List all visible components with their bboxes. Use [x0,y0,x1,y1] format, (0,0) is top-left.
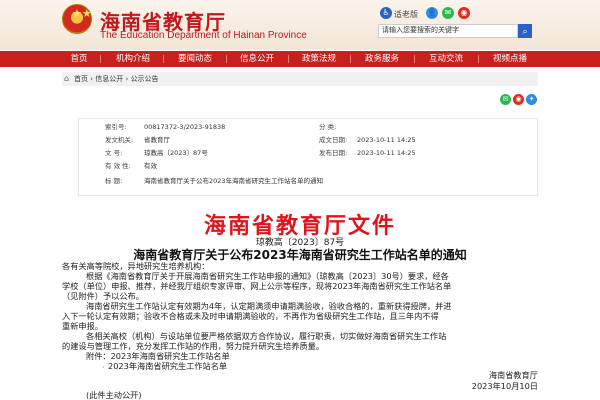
meta-title-value: 海南省教育厅关于公布2023年海南省研究生工作站名单的通知 [144,177,324,185]
meta-title-label: 标 题: [105,177,123,185]
wechat-icon[interactable]: ✉ [442,7,454,19]
document-paragraph: 入下一轮认定有效期；验收不合格或未及时申请期满验收的，不再作为省级研究生工作站，… [62,311,439,321]
share-wechat-icon[interactable]: ✉ [500,94,511,105]
nav-separator [478,55,479,63]
meta-row: 发文机关: 省教育厅 成文日期: 2023-10-11 14:25 [79,134,539,147]
document-paragraph: 海南省研究生工作站认定有效期为4年，认定期满须申请期满验收，验收合格的，重新获得… [86,301,452,311]
search-input[interactable]: 请输入您要搜索的关键字 [378,24,518,38]
meta-index-label: 索引号: [105,123,127,131]
meta-date-value: 2023-10-11 14:25 [357,136,416,144]
nav-separator [163,55,164,63]
breadcrumb-notices[interactable]: 公示公告 [131,75,159,83]
meta-row: 索引号: 00817372-3/2023-91838 分 类: [79,121,539,134]
nav-item-home[interactable]: 首页 [60,51,98,67]
nav-item-video[interactable]: 视频点播 [480,51,540,67]
accessibility-icon[interactable]: ♿ [380,7,392,19]
document-paragraph: 重新申报。 [62,321,103,331]
home-icon: ⌂ [64,74,70,83]
breadcrumb-home[interactable]: 首页 [74,75,88,83]
nav-item-news[interactable]: 要闻动态 [166,51,224,67]
document-footer-note: (此件主动公开) [86,390,142,400]
user-icon[interactable]: 👤 [426,7,438,19]
search-icon: ⌕ [522,26,528,36]
meta-docno-label: 文 号: [105,149,123,157]
breadcrumb-separator: › [125,75,129,83]
site-subtitle: The Education Department of Hainan Provi… [100,30,307,41]
meta-row: 有 效 性: 有效 [79,160,539,173]
meta-docno-value: 琼教高〔2023〕87号 [144,149,208,157]
meta-validity-label: 有 效 性: [105,162,131,170]
document-attachment[interactable]: 附件：2023年海南省研究生工作站名单 [86,351,230,361]
meta-pubdate-value: 2023-10-11 14:25 [357,149,416,157]
nav-item-interaction[interactable]: 互动交流 [416,51,476,67]
nav-separator [350,55,351,63]
share-weibo-icon[interactable]: ◉ [513,94,524,105]
meta-org-label: 发文机关: [105,136,134,144]
share-qq-icon[interactable]: ✦ [526,94,537,105]
attachment-link-icon: · [102,362,105,372]
nav-item-about[interactable]: 机构介绍 [104,51,162,67]
document-paragraph: 根据《海南省教育厅关于开展海南省研究生工作站申报的通知》（琼教高〔2023〕30… [86,271,449,281]
document-meta-table: 索引号: 00817372-3/2023-91838 分 类: 发文机关: 省教… [78,118,538,196]
main-nav: 首页 机构介绍 要闻动态 信息公开 政策法规 政务服务 互动交流 视频点播 [0,51,600,67]
breadcrumb: ⌂ 首页 › 信息公开 › 公示公告 [62,72,538,86]
document-paragraph: 学校（单位）申报、推荐，并经我厅组织专家评审、网上公示等程序，现将2023年海南… [62,281,452,291]
meta-index-value: 00817372-3/2023-91838 [144,123,226,131]
breadcrumb-info[interactable]: 信息公开 [95,75,123,83]
meta-validity-value: 有效 [144,162,157,170]
nav-item-services[interactable]: 政务服务 [352,51,412,67]
nav-separator [414,55,415,63]
meta-row: 标 题: 海南省教育厅关于公布2023年海南省研究生工作站名单的通知 [79,175,539,188]
document-paragraph: （见附件）予以公布。 [62,291,144,301]
site-header: ★★ 海南省教育厅 The Education Department of Ha… [0,0,600,50]
weibo-icon[interactable]: ◉ [458,7,470,19]
nav-separator [288,55,289,63]
breadcrumb-separator: › [90,75,94,83]
meta-category-label: 分 类: [319,123,337,131]
document-paragraph: 各相关高校（机构）与设站单位要严格依据双方合作协议，履行职责，切实做好海南省研究… [86,331,447,341]
meta-org-value: 省教育厅 [144,136,170,144]
meta-date-label: 成文日期: [319,136,348,144]
document-salutation: 各有关高等院校，异地研究生培养机构： [62,261,210,271]
document-paragraph: 的建设与管理工作，充分发挥工作站的作用，努力提升研究生培养质量。 [62,341,325,351]
nav-separator [100,55,101,63]
document-sign-date: 2023年10月10日 [471,381,538,391]
meta-row: 文 号: 琼教高〔2023〕87号 发布日期: 2023-10-11 14:25 [79,147,539,160]
emblem-star-icon: ★★ [72,7,92,20]
meta-pubdate-label: 发布日期: [319,149,348,157]
nav-item-info[interactable]: 信息公开 [228,51,286,67]
nav-separator [226,55,227,63]
search-button[interactable]: ⌕ [518,24,532,38]
attachment-link[interactable]: 2023年海南省研究生工作站名单 [108,361,227,371]
nav-item-policy[interactable]: 政策法规 [290,51,348,67]
elderly-version-link[interactable]: 适老版 [394,9,418,20]
